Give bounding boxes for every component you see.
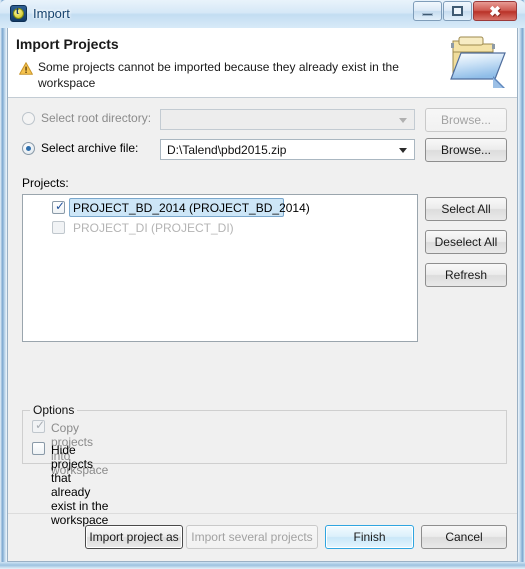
- window-frame-left: [0, 0, 7, 569]
- check-icon: ✓: [55, 199, 66, 213]
- finish-button[interactable]: Finish: [325, 525, 414, 549]
- archive-file-value: D:\Talend\pbd2015.zip: [167, 143, 287, 157]
- close-icon: ✖: [489, 3, 501, 19]
- hide-projects-checkbox[interactable]: [32, 442, 45, 455]
- page-title: Import Projects: [16, 36, 119, 52]
- select-root-directory-row: Select root directory: Browse...: [8, 108, 517, 132]
- select-archive-file-label: Select archive file:: [41, 141, 139, 155]
- project-checkbox[interactable]: ✓: [52, 199, 66, 214]
- projects-list[interactable]: ✓ PROJECT_BD_2014 (PROJECT_BD_2014) PROJ…: [22, 194, 418, 342]
- minimize-button[interactable]: [413, 1, 442, 21]
- import-project-as-button[interactable]: Import project as: [85, 525, 183, 549]
- cancel-button[interactable]: Cancel: [421, 525, 507, 549]
- browse-archive-file-button[interactable]: Browse...: [425, 138, 507, 162]
- archive-file-combo[interactable]: D:\Talend\pbd2015.zip: [160, 139, 415, 160]
- warning-triangle-icon: [19, 62, 33, 75]
- close-button[interactable]: ✖: [473, 1, 517, 21]
- window-title: Import: [33, 6, 70, 21]
- project-checkbox: [52, 221, 65, 234]
- select-all-button[interactable]: Select All: [425, 197, 507, 221]
- project-name: PROJECT_DI (PROJECT_DI): [73, 221, 234, 235]
- options-legend: Options: [30, 403, 78, 417]
- project-name: PROJECT_BD_2014 (PROJECT_BD_2014): [73, 201, 310, 215]
- maximize-icon: [452, 6, 463, 16]
- import-dialog-window: t Import ✖ Import Projects Some projects…: [0, 0, 525, 569]
- chevron-down-icon: [399, 148, 407, 153]
- dialog-header: Import Projects Some projects cannot be …: [8, 28, 517, 98]
- refresh-button[interactable]: Refresh: [425, 263, 507, 287]
- chevron-down-icon: [399, 118, 407, 123]
- check-icon: ✓: [35, 418, 46, 432]
- copy-projects-checkbox: ✓: [32, 418, 46, 433]
- projects-label: Projects:: [22, 176, 69, 190]
- select-root-directory-radio[interactable]: [22, 112, 35, 125]
- talend-logo-icon: t: [10, 5, 27, 22]
- warning-message: Some projects cannot be imported because…: [38, 60, 399, 90]
- select-archive-file-radio[interactable]: [22, 142, 35, 155]
- window-frame-right: [518, 0, 525, 569]
- title-bar[interactable]: t Import ✖: [0, 0, 525, 28]
- list-item[interactable]: ✓ PROJECT_BD_2014 (PROJECT_BD_2014): [23, 198, 417, 218]
- dialog-content: Select root directory: Browse... Select …: [8, 98, 517, 560]
- maximize-button[interactable]: [443, 1, 472, 21]
- select-archive-file-row: Select archive file: D:\Talend\pbd2015.z…: [8, 138, 517, 162]
- dialog-button-bar: Import project as Import several project…: [8, 513, 517, 560]
- list-item: PROJECT_DI (PROJECT_DI): [23, 220, 417, 238]
- window-frame-bottom: [0, 562, 525, 569]
- open-folder-icon: [450, 36, 506, 88]
- browse-root-directory-button[interactable]: Browse...: [425, 108, 507, 132]
- import-several-projects-button: Import several projects: [186, 525, 318, 549]
- deselect-all-button[interactable]: Deselect All: [425, 230, 507, 254]
- select-root-directory-label: Select root directory:: [41, 111, 152, 125]
- root-directory-combo[interactable]: [160, 109, 415, 130]
- minimize-icon: [422, 12, 433, 16]
- dialog-body: Import Projects Some projects cannot be …: [7, 28, 518, 562]
